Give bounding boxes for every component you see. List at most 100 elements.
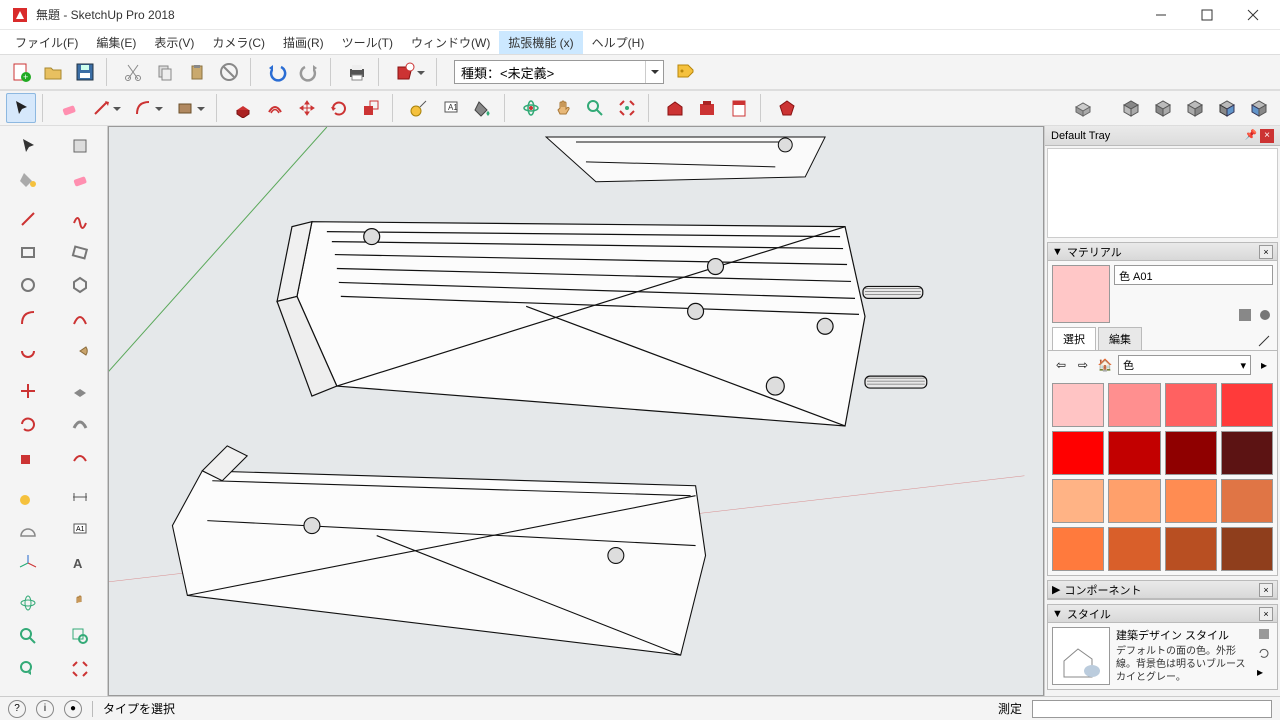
classification-selector[interactable]: 種類：<未定義> [454, 60, 664, 84]
zoom-extents-button[interactable] [612, 93, 642, 123]
component-icon[interactable] [63, 130, 97, 162]
select-tool-button[interactable] [6, 93, 36, 123]
style-thumbnail[interactable] [1052, 627, 1110, 685]
paste-button[interactable] [182, 57, 212, 87]
rect-icon[interactable] [11, 236, 45, 268]
undo-button[interactable] [262, 57, 292, 87]
material-swatch[interactable] [1108, 479, 1160, 523]
maximize-button[interactable] [1184, 0, 1230, 30]
open-file-button[interactable] [38, 57, 68, 87]
panel-close-button[interactable]: × [1259, 245, 1273, 259]
axes-icon[interactable] [11, 547, 45, 579]
material-category-select[interactable]: 色▾ [1118, 355, 1251, 375]
eraser-tool-button[interactable] [54, 93, 84, 123]
save-button[interactable] [70, 57, 100, 87]
dimension-icon[interactable] [63, 481, 97, 513]
protractor-icon[interactable] [11, 514, 45, 546]
info-icon[interactable]: i [36, 700, 54, 718]
arc2-icon[interactable] [63, 302, 97, 334]
tab-edit[interactable]: 編集 [1098, 327, 1142, 350]
pencil-icon[interactable] [11, 203, 45, 235]
menu-help[interactable]: ヘルプ(H) [583, 31, 654, 54]
warehouse-button[interactable] [660, 93, 690, 123]
home-icon[interactable]: 🏠 [1096, 356, 1114, 374]
menu-window[interactable]: ウィンドウ(W) [402, 31, 499, 54]
move-tool-button[interactable] [292, 93, 322, 123]
nav-back-icon[interactable]: ⇦ [1052, 356, 1070, 374]
iso-view-button[interactable] [1068, 93, 1098, 123]
style-dd-icon[interactable]: ▸ [1257, 665, 1273, 681]
zoom-icon[interactable] [11, 620, 45, 652]
circle-icon[interactable] [11, 269, 45, 301]
material-swatch[interactable] [1108, 527, 1160, 571]
help-icon[interactable]: ? [8, 700, 26, 718]
left-view-button[interactable] [1244, 93, 1274, 123]
layout-button[interactable] [724, 93, 754, 123]
rot-rect-icon[interactable] [63, 236, 97, 268]
update-style-icon[interactable] [1257, 646, 1273, 662]
right-view-button[interactable] [1180, 93, 1210, 123]
new-style-icon[interactable] [1257, 627, 1273, 643]
extents-icon[interactable] [63, 653, 97, 685]
details-icon[interactable]: ▸ [1255, 356, 1273, 374]
ruby-console-button[interactable] [772, 93, 802, 123]
pan-tool-button[interactable] [548, 93, 578, 123]
pan-icon[interactable] [63, 587, 97, 619]
menu-file[interactable]: ファイル(F) [6, 31, 87, 54]
orbit-tool-button[interactable] [516, 93, 546, 123]
material-swatch[interactable] [1221, 431, 1273, 475]
material-swatch[interactable] [1165, 479, 1217, 523]
eyedropper-icon[interactable] [1257, 307, 1273, 323]
cut-button[interactable] [118, 57, 148, 87]
menu-camera[interactable]: カメラ(C) [203, 31, 274, 54]
close-button[interactable] [1230, 0, 1276, 30]
collapse-icon[interactable]: ▼ [1052, 246, 1063, 258]
close-tray-button[interactable]: × [1260, 129, 1274, 143]
back-icon[interactable] [11, 653, 45, 685]
paint-bucket-button[interactable] [468, 93, 498, 123]
panel-close-button[interactable]: × [1259, 607, 1273, 621]
classification-tool-button[interactable] [670, 57, 700, 87]
rotate-icon[interactable] [11, 408, 45, 440]
pushpull-icon[interactable] [63, 375, 97, 407]
material-swatch[interactable] [1165, 383, 1217, 427]
panel-close-button[interactable]: × [1259, 583, 1273, 597]
back-view-button[interactable] [1212, 93, 1242, 123]
eraser-icon[interactable] [63, 163, 97, 195]
rotate-tool-button[interactable] [324, 93, 354, 123]
extension-warehouse-button[interactable] [692, 93, 722, 123]
text-tool-button[interactable]: A1 [436, 93, 466, 123]
zoom-tool-button[interactable] [580, 93, 610, 123]
tab-select[interactable]: 選択 [1052, 327, 1096, 350]
copy-button[interactable] [150, 57, 180, 87]
material-swatch[interactable] [1108, 383, 1160, 427]
arc-tool-button[interactable] [128, 93, 158, 123]
material-swatch[interactable] [1165, 527, 1217, 571]
front-view-button[interactable] [1148, 93, 1178, 123]
select-icon[interactable] [11, 130, 45, 162]
model-info-button[interactable] [390, 57, 420, 87]
freehand-icon[interactable] [63, 203, 97, 235]
material-swatch[interactable] [1221, 479, 1273, 523]
pushpull-tool-button[interactable] [228, 93, 258, 123]
menu-edit[interactable]: 編集(E) [87, 31, 145, 54]
material-swatch[interactable] [1052, 383, 1104, 427]
zoom-window-icon[interactable] [63, 620, 97, 652]
text-icon[interactable]: A1 [63, 514, 97, 546]
material-preview[interactable] [1052, 265, 1110, 323]
tape-icon[interactable] [11, 481, 45, 513]
expand-icon[interactable]: ▶ [1052, 583, 1060, 596]
material-name-input[interactable]: 色 A01 [1114, 265, 1273, 285]
material-swatch[interactable] [1052, 431, 1104, 475]
paint-icon[interactable] [11, 163, 45, 195]
pencil-icon[interactable] [1257, 334, 1273, 350]
rectangle-tool-button[interactable] [170, 93, 200, 123]
move-icon[interactable] [11, 375, 45, 407]
material-swatch[interactable] [1165, 431, 1217, 475]
scale-tool-button[interactable] [356, 93, 386, 123]
top-view-button[interactable] [1116, 93, 1146, 123]
collapse-icon[interactable]: ▼ [1052, 608, 1063, 620]
user-icon[interactable]: ● [64, 700, 82, 718]
scale-icon[interactable] [11, 441, 45, 473]
line-tool-button[interactable] [86, 93, 116, 123]
